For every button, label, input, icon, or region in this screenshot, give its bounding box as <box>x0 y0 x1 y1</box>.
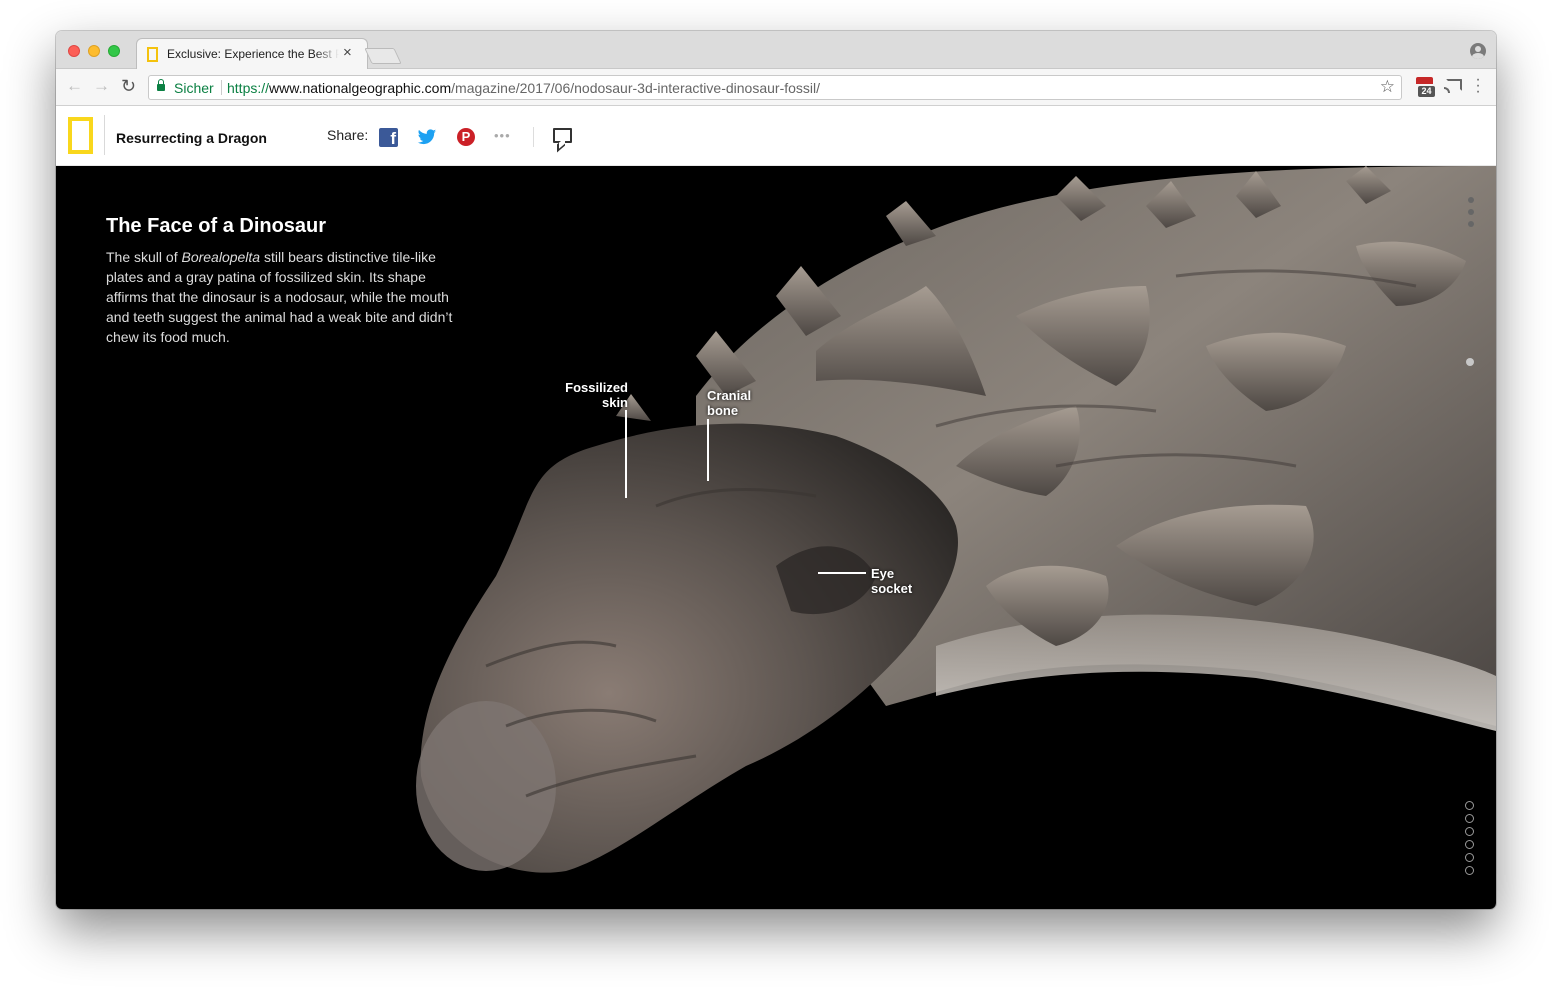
cast-icon[interactable] <box>1444 79 1462 93</box>
section-nav-dot[interactable] <box>1465 801 1474 810</box>
fossil-3d-viewer[interactable]: The Face of a Dinosaur The skull of Bore… <box>56 166 1496 909</box>
leader-line-fossilized-skin <box>625 410 627 498</box>
section-nav-dot[interactable] <box>1465 827 1474 836</box>
story-title[interactable]: Resurrecting a Dragon <box>116 130 267 146</box>
omnibox-divider <box>221 80 222 95</box>
profile-icon[interactable] <box>1470 43 1486 59</box>
tab-close-icon[interactable]: × <box>343 45 352 61</box>
minimize-window-button[interactable] <box>88 45 100 57</box>
calendar-extension-icon[interactable]: 24 <box>1416 77 1435 97</box>
section-nav-dot[interactable] <box>1465 814 1474 823</box>
body-text-start: The skull of <box>106 249 182 265</box>
tab-title: Exclusive: Experience the Best Preserved… <box>167 47 339 61</box>
article-headline: The Face of a Dinosaur <box>106 215 327 237</box>
browser-window: Exclusive: Experience the Best Preserved… <box>56 31 1496 909</box>
section-nav-dot[interactable] <box>1465 840 1474 849</box>
url-path: /magazine/2017/06/nodosaur-3d-interactiv… <box>451 80 821 96</box>
species-name: Borealopelta <box>181 249 261 265</box>
extension-badge: 24 <box>1418 86 1435 97</box>
close-window-button[interactable] <box>68 45 80 57</box>
reload-icon[interactable]: ↻ <box>121 76 136 96</box>
label-line: bone <box>707 403 739 418</box>
calendar-extension-header <box>1416 77 1433 84</box>
twitter-icon[interactable] <box>417 129 437 146</box>
back-icon[interactable]: ← <box>66 76 83 96</box>
site-header: Resurrecting a Dragon Share: f P ••• <box>56 107 1496 166</box>
share-divider <box>533 127 534 147</box>
label-eye-socket: Eye socket <box>871 566 912 596</box>
article-body: The skull of Borealopelta still bears di… <box>106 247 466 347</box>
hotspot-dot[interactable] <box>1466 358 1474 366</box>
view-handle-icon[interactable] <box>1466 197 1476 233</box>
url-text[interactable]: https://www.nationalgeographic.com/magaz… <box>227 80 820 96</box>
section-navigation <box>1465 801 1475 879</box>
address-bar[interactable]: Sicher https://www.nationalgeographic.co… <box>148 75 1402 100</box>
tab-bar: Exclusive: Experience the Best Preserved… <box>56 31 1496 69</box>
lock-icon <box>157 79 165 91</box>
pinterest-icon[interactable]: P <box>457 128 475 146</box>
url-scheme: https:// <box>227 80 270 96</box>
new-tab-button[interactable] <box>364 48 402 64</box>
header-divider <box>104 115 105 155</box>
natgeo-logo-icon[interactable] <box>68 117 93 154</box>
star-icon[interactable]: ☆ <box>1380 77 1395 97</box>
browser-toolbar: ← → ↻ Sicher https://www.nationalgeograp… <box>56 69 1496 106</box>
natgeo-favicon-icon <box>147 47 158 62</box>
leader-line-cranial-bone <box>707 419 709 481</box>
section-nav-dot[interactable] <box>1465 866 1474 875</box>
label-cranial-bone: Cranial bone <box>707 388 751 418</box>
leader-line-eye-socket <box>818 572 866 574</box>
fossil-snout <box>416 701 556 871</box>
section-nav-dot[interactable] <box>1465 853 1474 862</box>
menu-icon[interactable]: · · · <box>1474 72 1482 100</box>
label-fossilized-skin: Fossilized skin <box>536 380 628 410</box>
comment-icon[interactable] <box>553 128 572 143</box>
secure-label: Sicher <box>174 80 214 96</box>
label-line: socket <box>871 581 913 596</box>
more-share-icon[interactable]: ••• <box>494 128 511 143</box>
label-line: Cranial <box>707 388 752 403</box>
facebook-icon[interactable]: f <box>379 128 398 147</box>
url-host: www.nationalgeographic.com <box>269 80 452 96</box>
label-line: Eye <box>871 566 895 581</box>
browser-tab[interactable]: Exclusive: Experience the Best Preserved… <box>136 38 368 69</box>
label-line: Fossilized <box>565 380 628 395</box>
label-line: skin <box>601 395 628 410</box>
maximize-window-button[interactable] <box>108 45 120 57</box>
forward-icon[interactable]: → <box>93 76 110 96</box>
share-label: Share: <box>327 127 369 143</box>
